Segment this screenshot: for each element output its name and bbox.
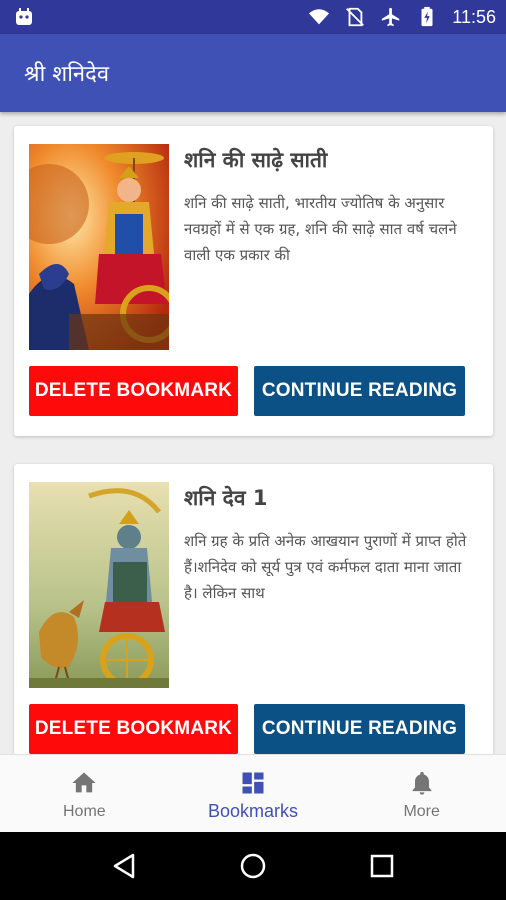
continue-reading-button[interactable]: CONTINUE READING (254, 704, 465, 754)
app-bar: श्री शनिदेव (0, 34, 506, 112)
bookmark-excerpt: शनि की साढ़े साती, भारतीय ज्योतिष के अनु… (184, 194, 457, 264)
bookmark-title[interactable]: शनि की साढ़े साती (184, 146, 484, 174)
bell-icon (412, 771, 432, 795)
back-icon[interactable] (109, 851, 139, 881)
wifi-icon (309, 9, 330, 25)
delete-bookmark-button[interactable]: DELETE BOOKMARK (29, 704, 238, 754)
bookmark-card[interactable]: शनि देव 1 शनि ग्रह के प्रति अनेक आखयान प… (14, 464, 493, 754)
nav-item-bookmarks[interactable]: Bookmarks (169, 755, 338, 832)
bookmark-title[interactable]: शनि देव 1 (184, 484, 484, 512)
system-navigation-bar (0, 832, 506, 900)
home-icon (72, 772, 96, 793)
dashboard-icon (242, 772, 264, 794)
status-bar: 11:56 (0, 0, 506, 34)
nav-label-home: Home (62, 803, 106, 820)
delete-bookmark-button[interactable]: DELETE BOOKMARK (29, 366, 238, 416)
recents-icon[interactable] (367, 851, 397, 881)
airplane-icon (382, 7, 400, 27)
android-icon (16, 8, 32, 25)
bookmark-list[interactable]: शनि की साढ़े साती शनि की साढ़े साती, भार… (0, 112, 506, 754)
continue-reading-button[interactable]: CONTINUE READING (254, 366, 465, 416)
bottom-navigation: Home Bookmarks More (0, 754, 506, 832)
nav-item-home[interactable]: Home (0, 755, 169, 832)
status-time: 11:56 (452, 6, 496, 27)
no-sim-icon (346, 7, 365, 27)
shani-dev-image (29, 144, 169, 350)
home-circle-icon[interactable] (238, 851, 268, 881)
bookmark-thumbnail[interactable] (29, 144, 169, 350)
app-title: श्री शनिदेव (24, 62, 110, 87)
bookmark-thumbnail[interactable] (29, 482, 169, 688)
battery-charging-icon (421, 6, 433, 27)
shani-dev-image (29, 482, 169, 688)
nav-label-more: More (403, 803, 440, 820)
bookmark-card[interactable]: शनि की साढ़े साती शनि की साढ़े साती, भार… (14, 126, 493, 436)
bookmark-excerpt: शनि ग्रह के प्रति अनेक आखयान पुराणों में… (184, 532, 467, 602)
nav-item-more[interactable]: More (337, 755, 506, 832)
nav-label-bookmarks: Bookmarks (207, 801, 299, 821)
